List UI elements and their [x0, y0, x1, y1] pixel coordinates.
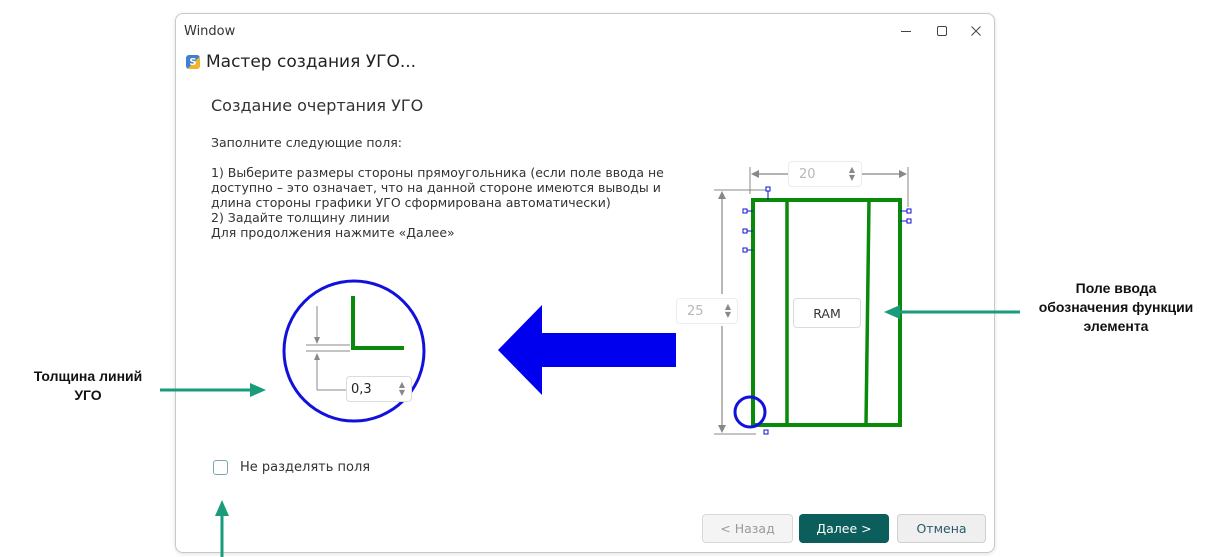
wizard-window: Window S Мастер создания УГО... Создание…	[175, 13, 995, 553]
width-value: 20	[799, 166, 816, 182]
no-split-fields-checkbox-row[interactable]: Не разделять поля	[213, 460, 370, 475]
direction-arrow-icon	[498, 305, 676, 395]
next-button[interactable]: Далее >	[799, 514, 889, 543]
height-spinbox[interactable]: 25 ▲ ▼	[676, 298, 738, 324]
spin-arrows-icon[interactable]: ▲ ▼	[843, 166, 861, 182]
annotation-line-thickness: Толщина линий УГО	[33, 368, 143, 403]
line-thickness-spinbox[interactable]: 0,3 ▲ ▼	[346, 376, 412, 402]
checkbox-label: Не разделять поля	[240, 460, 371, 475]
spin-arrows-icon[interactable]: ▲ ▼	[393, 381, 411, 397]
height-value: 25	[687, 303, 704, 319]
back-button[interactable]: < Назад	[702, 514, 793, 543]
line-thickness-value: 0,3	[351, 381, 372, 397]
annotation-function-field: Поле ввода обозначения функции элемента	[1038, 280, 1194, 334]
cancel-button[interactable]: Отмена	[897, 514, 986, 543]
no-split-fields-checkbox[interactable]	[213, 460, 228, 475]
sample-corner-shape	[351, 296, 404, 350]
function-label-input[interactable]: RAM	[793, 298, 861, 328]
spin-arrows-icon[interactable]: ▲ ▼	[719, 303, 737, 319]
corner-highlight-circle	[733, 395, 767, 429]
width-spinbox[interactable]: 20 ▲ ▼	[788, 161, 862, 187]
